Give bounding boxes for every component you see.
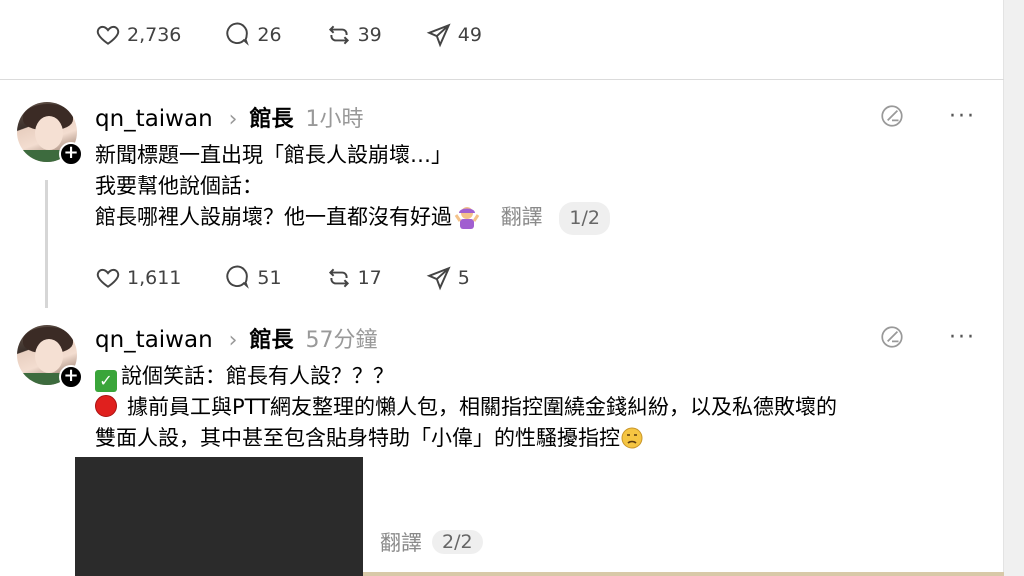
follow-plus-icon[interactable]: + xyxy=(59,365,83,389)
post2-line1: 說個笑話：館長有人設？？？ xyxy=(121,364,394,388)
post2-line2: 據前員工與PTT網友整理的懶人包，相關指控圍繞金錢糾紛，以及私德敗壞的 xyxy=(127,395,837,419)
repost-icon xyxy=(328,268,349,288)
more-icon[interactable]: ··· xyxy=(949,325,976,350)
reply-count: 26 xyxy=(257,24,282,46)
post2-line3: 雙面人設，其中甚至包含貼身特助「小偉」的性騷擾指控 xyxy=(95,426,620,450)
post1-translate[interactable]: 翻譯 xyxy=(501,205,543,229)
post1-line3: 館長哪裡人設崩壞？他一直都沒有好過 xyxy=(95,205,452,229)
reply-button[interactable]: 26 xyxy=(225,22,282,48)
follow-plus-icon[interactable]: + xyxy=(59,142,83,166)
post1-header: qn_taiwan › 館長 1小時 xyxy=(95,101,364,133)
share-button[interactable]: 49 xyxy=(426,22,482,48)
like-button[interactable]: 1,611 xyxy=(95,265,181,291)
comment-icon xyxy=(226,22,250,46)
scrollbar[interactable] xyxy=(1004,0,1024,576)
post1-body: 新聞標題一直出現「館長人設崩壞…」 我要幫他說個話： 館長哪裡人設崩壞？他一直都… xyxy=(95,140,610,235)
post2-line3-row: 雙面人設，其中甚至包含貼身特助「小偉」的性騷擾指控 xyxy=(95,423,837,454)
threads-feed: 2,736 26 39 49 + qn_taiwan › 館長 1小時 ··· xyxy=(0,0,1004,576)
post1-line1: 新聞標題一直出現「館長人設崩壞…」 xyxy=(95,143,452,167)
post1-topic[interactable]: 館長 xyxy=(249,101,293,133)
prev-post-actions: 2,736 26 39 49 xyxy=(95,20,526,50)
share-icon xyxy=(426,266,451,291)
post1-time[interactable]: 1小時 xyxy=(306,101,364,133)
sad-face-emoji-icon xyxy=(621,427,643,449)
share-icon xyxy=(426,23,451,48)
more-icon[interactable]: ··· xyxy=(949,104,976,129)
post1-line2: 我要幫他說個話： xyxy=(95,174,263,198)
thread-connector xyxy=(45,180,48,308)
repost-count: 17 xyxy=(357,267,382,289)
post2-line2-row: 據前員工與PTT網友整理的懶人包，相關指控圍繞金錢糾紛，以及私德敗壞的 xyxy=(95,392,837,423)
reply-button[interactable]: 51 xyxy=(225,265,282,291)
chevron-right-icon: › xyxy=(228,328,238,353)
ai-label-icon[interactable] xyxy=(879,103,905,129)
post1-menu: ··· xyxy=(879,103,976,129)
share-count: 49 xyxy=(457,24,482,46)
comment-icon xyxy=(226,265,250,289)
post2-translate-row: 翻譯 2/2 xyxy=(380,527,483,557)
share-button[interactable]: 5 xyxy=(426,265,470,291)
chevron-right-icon: › xyxy=(228,107,238,132)
post1-avatar[interactable]: + xyxy=(17,102,83,166)
repost-count: 39 xyxy=(357,24,382,46)
post2-header: qn_taiwan › 館長 57分鐘 xyxy=(95,322,378,354)
post2-body: ✓ 說個笑話：館長有人設？？？ 據前員工與PTT網友整理的懶人包，相關指控圍繞金錢… xyxy=(95,361,837,454)
like-button[interactable]: 2,736 xyxy=(95,22,181,48)
heart-icon xyxy=(96,25,120,45)
post1-username[interactable]: qn_taiwan xyxy=(95,106,213,132)
post2-page-indicator: 2/2 xyxy=(432,530,483,554)
shrug-emoji-icon xyxy=(454,207,480,229)
post2-avatar[interactable]: + xyxy=(17,325,83,389)
post2-line1-row: ✓ 說個笑話：館長有人設？？？ xyxy=(95,361,837,392)
post2-topic[interactable]: 館長 xyxy=(249,322,293,354)
post2-menu: ··· xyxy=(879,324,976,350)
repost-button[interactable]: 17 xyxy=(326,265,382,291)
post-divider xyxy=(0,79,1004,80)
repost-button[interactable]: 39 xyxy=(326,22,382,48)
heart-icon xyxy=(96,268,120,288)
repost-icon xyxy=(328,25,349,45)
post1-actions: 1,611 51 17 5 xyxy=(95,263,514,293)
post1-page-indicator: 1/2 xyxy=(559,202,610,235)
post2-username[interactable]: qn_taiwan xyxy=(95,327,213,353)
reply-count: 51 xyxy=(257,267,282,289)
post2-translate[interactable]: 翻譯 xyxy=(380,527,422,557)
like-count: 2,736 xyxy=(127,24,182,46)
post2-time[interactable]: 57分鐘 xyxy=(306,322,378,354)
post2-media-image[interactable] xyxy=(75,457,363,576)
like-count: 1,611 xyxy=(127,267,182,289)
ai-label-icon[interactable] xyxy=(879,324,905,350)
check-mark-emoji-icon: ✓ xyxy=(95,370,117,392)
post1-line3-row: 館長哪裡人設崩壞？他一直都沒有好過 翻譯 1/2 xyxy=(95,202,610,235)
red-circle-emoji-icon xyxy=(95,395,117,417)
share-count: 5 xyxy=(457,267,470,289)
media-edge xyxy=(363,572,1004,576)
